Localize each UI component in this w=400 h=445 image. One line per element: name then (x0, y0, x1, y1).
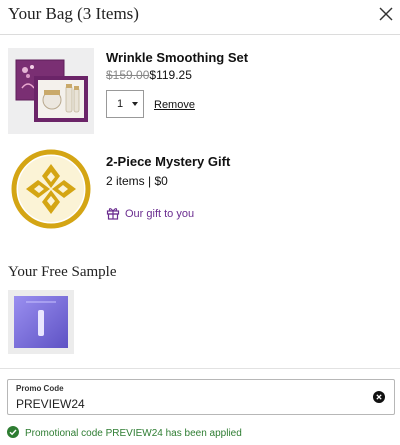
section-divider (0, 368, 400, 369)
item-name[interactable]: Wrinkle Smoothing Set (106, 50, 248, 65)
close-icon[interactable] (378, 6, 394, 22)
product-box-image[interactable] (8, 48, 94, 134)
chevron-down-icon (132, 102, 138, 106)
check-circle-icon (7, 426, 19, 438)
promo-code-input[interactable] (16, 396, 356, 412)
promo-code-field[interactable]: Promo Code (7, 379, 395, 415)
quantity-select[interactable]: 1 (106, 90, 144, 118)
quantity-value: 1 (117, 98, 124, 110)
header-divider (0, 34, 400, 35)
price-row: $159.00$119.25 (106, 68, 192, 82)
item-detail: 2 items | $0 (106, 174, 168, 188)
promo-code-label: Promo Code (16, 384, 64, 393)
clear-circle-icon[interactable] (373, 391, 385, 403)
gift-icon (106, 208, 120, 220)
promo-status-text: Promotional code PREVIEW24 has been appl… (25, 428, 242, 439)
free-sample-title: Your Free Sample (8, 264, 117, 280)
promo-status: Promotional code PREVIEW24 has been appl… (7, 426, 242, 439)
gold-medallion-image (11, 149, 91, 229)
gift-note-label: Our gift to you (125, 208, 195, 220)
bag-header: Your Bag (3 Items) (0, 0, 400, 32)
bag-title: Your Bag (3 Items) (8, 4, 139, 23)
gift-note: Our gift to you (106, 206, 194, 220)
remove-button[interactable]: Remove (154, 99, 195, 111)
price-sale: $119.25 (149, 68, 192, 82)
price-original: $159.00 (106, 68, 150, 82)
sample-packet-image (8, 290, 74, 354)
item-name: 2-Piece Mystery Gift (106, 154, 231, 169)
